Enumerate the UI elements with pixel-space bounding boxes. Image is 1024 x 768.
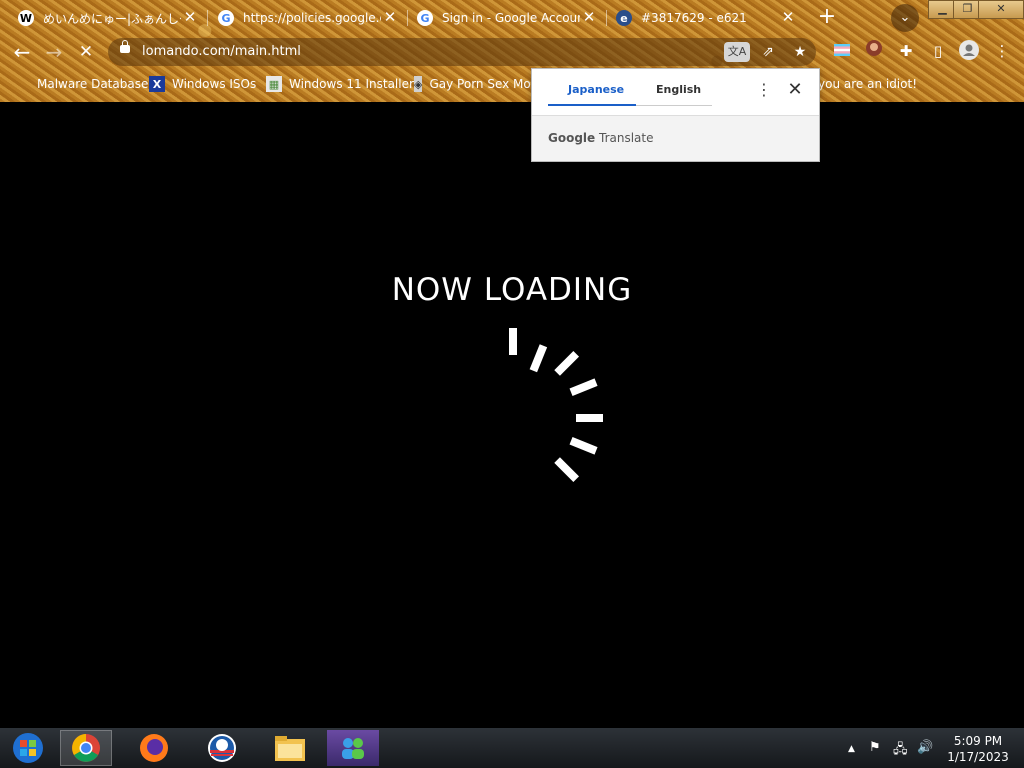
tab-english[interactable]: English (656, 83, 701, 96)
active-tab-indicator (548, 104, 636, 106)
taskbar-obama-logo[interactable] (196, 730, 248, 766)
spinner-segment (554, 457, 580, 483)
show-hidden-icons-button[interactable]: ▲ (848, 744, 855, 754)
close-icon[interactable]: ✕ (786, 81, 804, 101)
start-orb-icon (13, 733, 43, 763)
network-icon[interactable]: 🖧 (893, 740, 908, 762)
loading-spinner (509, 328, 603, 483)
obama-logo-icon (208, 734, 236, 762)
spinner-segment (569, 378, 598, 396)
spinner-segment (529, 344, 548, 373)
taskbar-chrome[interactable] (60, 730, 112, 766)
spinner-segment (509, 328, 517, 355)
action-center-flag-icon[interactable]: ⚑ (869, 740, 881, 755)
tab-japanese[interactable]: Japanese (568, 83, 624, 96)
translate-popup: Japanese English ⋮ ✕ Google Translate (531, 68, 820, 162)
google-translate-brand: Google Translate (548, 131, 654, 145)
clock-time: 5:09 PM (953, 734, 1003, 748)
translate-wordmark: Translate (599, 131, 654, 145)
mouse-cursor (735, 88, 742, 106)
clock-date: 1/17/2023 (947, 750, 1009, 764)
spinner-segment (569, 437, 598, 455)
more-options-icon[interactable]: ⋮ (756, 81, 772, 101)
spinner-segment (554, 350, 580, 376)
spinner-segment (576, 414, 603, 422)
taskbar-firefox[interactable] (128, 730, 180, 766)
taskbar-messenger[interactable] (327, 730, 379, 766)
messenger-icon (342, 738, 364, 759)
start-button[interactable] (2, 730, 54, 766)
volume-icon[interactable]: 🔊 (917, 740, 933, 755)
folder-icon (275, 736, 305, 761)
google-wordmark: Google (548, 131, 596, 145)
taskbar-file-explorer[interactable] (264, 730, 316, 766)
translate-tabs: Japanese English ⋮ ✕ (532, 69, 819, 116)
firefox-icon (140, 734, 168, 762)
chrome-icon (72, 734, 100, 762)
taskbar-clock[interactable]: 5:09 PM 1/17/2023 (946, 733, 1010, 765)
tab-divider (636, 105, 712, 106)
